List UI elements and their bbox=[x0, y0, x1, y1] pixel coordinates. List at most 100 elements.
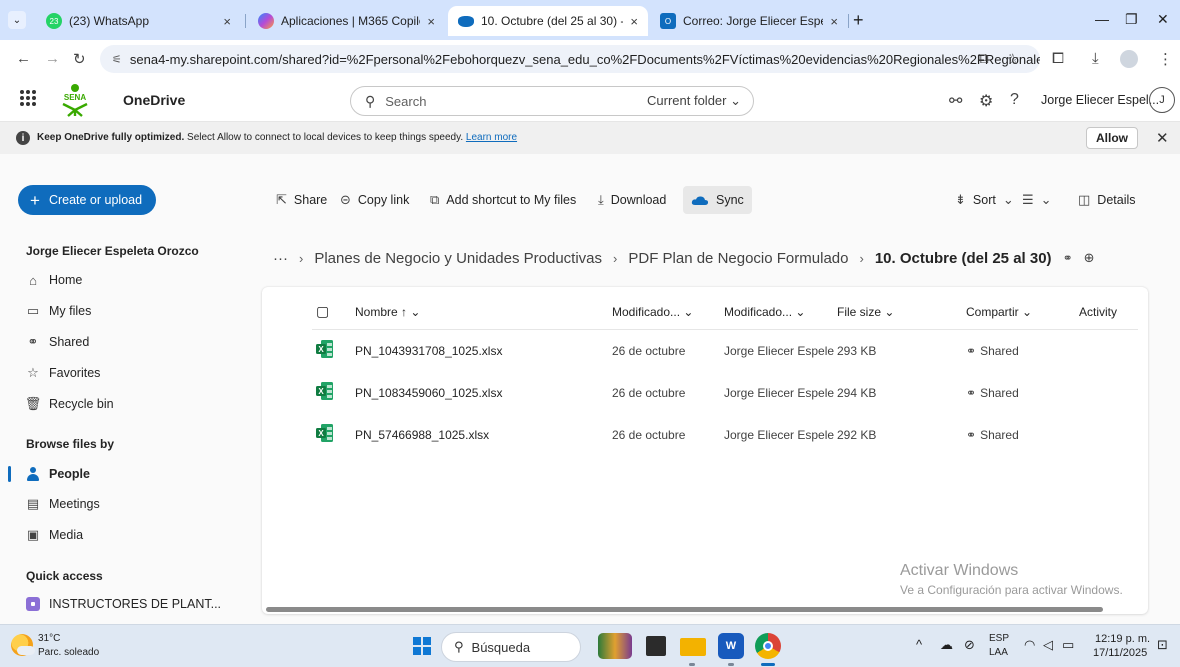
sharing-status[interactable]: ⚭ Shared bbox=[966, 386, 1019, 400]
notifications-icon[interactable]: ⊡ bbox=[1157, 637, 1168, 653]
allow-button[interactable]: Allow bbox=[1086, 127, 1138, 149]
tab-search-icon[interactable]: ⌄ bbox=[8, 11, 26, 29]
address-bar[interactable]: ⚟ sena4-my.sharepoint.com/shared?id=%2Fp… bbox=[100, 45, 1040, 73]
show-hidden-icons-chevron[interactable]: ^ bbox=[916, 637, 922, 652]
volume-icon[interactable]: ◁ bbox=[1043, 637, 1053, 653]
details-button[interactable]: ◫ Details bbox=[1078, 186, 1136, 214]
horizontal-scrollbar[interactable] bbox=[266, 607, 1103, 612]
close-icon[interactable]: ✕ bbox=[1156, 129, 1169, 147]
share-button[interactable]: ⇱ Share bbox=[276, 186, 327, 214]
wifi-icon[interactable]: ◠ bbox=[1024, 637, 1035, 653]
shared-people-icon[interactable]: ⚭ bbox=[1063, 251, 1073, 265]
site-settings-icon[interactable]: ⚟ bbox=[112, 53, 122, 66]
downloads-icon[interactable]: ⤓ bbox=[1092, 50, 1099, 67]
breadcrumb-overflow-button[interactable]: ··· bbox=[273, 250, 288, 267]
weather-condition[interactable]: Parc. soleado bbox=[38, 647, 99, 658]
view-options-button[interactable]: ☰ ⌄ bbox=[1022, 186, 1052, 214]
share-icon: ⇱ bbox=[276, 192, 287, 207]
widget-image-icon[interactable] bbox=[598, 633, 632, 659]
help-icon[interactable]: ? bbox=[1010, 91, 1019, 109]
sharing-status[interactable]: ⚭ Shared bbox=[966, 428, 1019, 442]
tab-outlook[interactable]: O Correo: Jorge Eliecer Espeleta O × bbox=[650, 6, 848, 36]
close-icon[interactable]: × bbox=[427, 14, 435, 29]
learn-more-link[interactable]: Learn more bbox=[466, 132, 517, 143]
input-layout[interactable]: LAA bbox=[989, 647, 1008, 658]
user-name[interactable]: Jorge Eliecer Espel... bbox=[1041, 93, 1159, 107]
copy-link-button[interactable]: ⊝ Copy link bbox=[340, 186, 409, 214]
bookmark-star-icon[interactable]: ☆ bbox=[1006, 50, 1019, 68]
settings-gear-icon[interactable]: ⚙ bbox=[979, 91, 993, 111]
weather-icon[interactable] bbox=[11, 634, 35, 656]
tab-copilot[interactable]: Aplicaciones | M365 Copilot × bbox=[248, 6, 445, 36]
home-icon: ⌂ bbox=[29, 272, 37, 288]
sidebar-item-favorites[interactable]: ☆ Favorites bbox=[26, 363, 100, 383]
tab-whatsapp[interactable]: 23 (23) WhatsApp × bbox=[36, 6, 241, 36]
app-icon[interactable] bbox=[646, 636, 666, 656]
download-button[interactable]: ⤓ Download bbox=[598, 186, 666, 214]
quick-access-item[interactable]: INSTRUCTORES DE PLANT... bbox=[26, 594, 221, 614]
back-icon[interactable]: ← bbox=[16, 50, 31, 67]
share-people-icon[interactable]: ⚯ bbox=[949, 91, 962, 111]
profile-avatar-icon[interactable] bbox=[1120, 50, 1138, 68]
restore-icon[interactable]: ❐ bbox=[1125, 11, 1138, 28]
sort-button[interactable]: ⇟ Sort ⌄ bbox=[955, 186, 1014, 214]
sena-logo[interactable]: SENA bbox=[58, 83, 92, 117]
windows-start-icon[interactable] bbox=[413, 637, 431, 655]
install-app-icon[interactable]: ⧉ bbox=[978, 50, 989, 67]
extensions-icon[interactable]: ⧠ bbox=[1052, 50, 1064, 67]
sync-button[interactable]: Sync bbox=[683, 186, 752, 214]
sidebar-item-home[interactable]: ⌂ Home bbox=[26, 270, 82, 290]
close-icon[interactable]: × bbox=[830, 14, 838, 29]
column-header-sharing[interactable]: Compartir ⌄ bbox=[966, 305, 1032, 319]
sidebar-item-people[interactable]: People bbox=[26, 464, 90, 484]
column-header-modified-by[interactable]: Modificado... ⌄ bbox=[724, 305, 805, 319]
sidebar-item-my-files[interactable]: ▭ My files bbox=[26, 301, 92, 321]
battery-icon[interactable]: ▭ bbox=[1062, 637, 1074, 653]
column-header-modified[interactable]: Modificado... ⌄ bbox=[612, 305, 693, 319]
onedrive-tray-icon[interactable]: ☁ bbox=[940, 637, 953, 653]
table-row[interactable]: X PN_1043931708_1025.xlsx 26 de octubre … bbox=[262, 330, 1148, 372]
weather-temperature[interactable]: 31°C bbox=[38, 633, 60, 644]
app-launcher-icon[interactable] bbox=[20, 90, 36, 106]
focus-icon[interactable]: ⊘ bbox=[964, 637, 975, 653]
minimize-icon[interactable]: — bbox=[1095, 11, 1109, 27]
window-close-icon[interactable]: ✕ bbox=[1157, 11, 1169, 28]
search-scope-dropdown[interactable]: Current folder ⌄ bbox=[647, 93, 741, 109]
sidebar-item-recycle-bin[interactable]: 🗑︎ Recycle bin bbox=[25, 394, 114, 414]
browser-menu-icon[interactable]: ⋮ bbox=[1158, 50, 1173, 68]
file-name[interactable]: PN_1083459060_1025.xlsx bbox=[355, 386, 502, 400]
chrome-icon[interactable] bbox=[755, 633, 781, 659]
file-name[interactable]: PN_1043931708_1025.xlsx bbox=[355, 344, 502, 358]
sidebar-item-shared[interactable]: ⚭ Shared bbox=[26, 332, 90, 352]
reload-icon[interactable]: ↻ bbox=[73, 50, 86, 68]
close-icon[interactable]: × bbox=[223, 14, 231, 29]
add-shortcut-button[interactable]: ⧉ Add shortcut to My files bbox=[430, 186, 576, 214]
column-header-name[interactable]: Nombre ↑ ⌄ bbox=[355, 305, 420, 319]
column-header-file-size[interactable]: File size ⌄ bbox=[837, 305, 894, 319]
globe-icon[interactable]: ⊕ bbox=[1084, 250, 1095, 266]
input-language[interactable]: ESP bbox=[989, 633, 1009, 644]
taskbar-search-input[interactable]: ⚲ Búsqueda bbox=[441, 632, 581, 662]
column-header-activity[interactable]: Activity bbox=[1079, 305, 1117, 319]
breadcrumb-item[interactable]: Planes de Negocio y Unidades Productivas bbox=[314, 250, 602, 267]
sharing-status[interactable]: ⚭ Shared bbox=[966, 344, 1019, 358]
file-type-header-icon[interactable]: ▢ bbox=[316, 303, 329, 320]
table-row[interactable]: X PN_1083459060_1025.xlsx 26 de octubre … bbox=[262, 372, 1148, 414]
tab-onedrive[interactable]: 10. Octubre (del 25 al 30) - One × bbox=[448, 6, 648, 36]
file-explorer-icon[interactable] bbox=[680, 638, 706, 656]
app-title[interactable]: OneDrive bbox=[123, 92, 185, 108]
clock-time[interactable]: 12:19 p. m. bbox=[1095, 633, 1150, 645]
sidebar-item-media[interactable]: ▣ Media bbox=[26, 525, 83, 545]
clock-date[interactable]: 17/11/2025 bbox=[1093, 647, 1147, 659]
avatar[interactable]: J bbox=[1149, 87, 1175, 113]
sidebar-item-meetings[interactable]: ▤ Meetings bbox=[26, 494, 100, 514]
table-row[interactable]: X PN_57466988_1025.xlsx 26 de octubre Jo… bbox=[262, 414, 1148, 456]
close-icon[interactable]: × bbox=[630, 14, 638, 29]
new-tab-button[interactable]: + bbox=[853, 10, 864, 31]
file-name[interactable]: PN_57466988_1025.xlsx bbox=[355, 428, 489, 442]
breadcrumb-item[interactable]: PDF Plan de Negocio Formulado bbox=[628, 250, 848, 267]
forward-icon[interactable]: → bbox=[45, 50, 60, 67]
word-icon[interactable]: W bbox=[718, 633, 744, 659]
create-or-upload-button[interactable]: + Create or upload bbox=[18, 185, 156, 215]
search-input[interactable]: ⚲ Search Current folder ⌄ bbox=[350, 86, 754, 116]
